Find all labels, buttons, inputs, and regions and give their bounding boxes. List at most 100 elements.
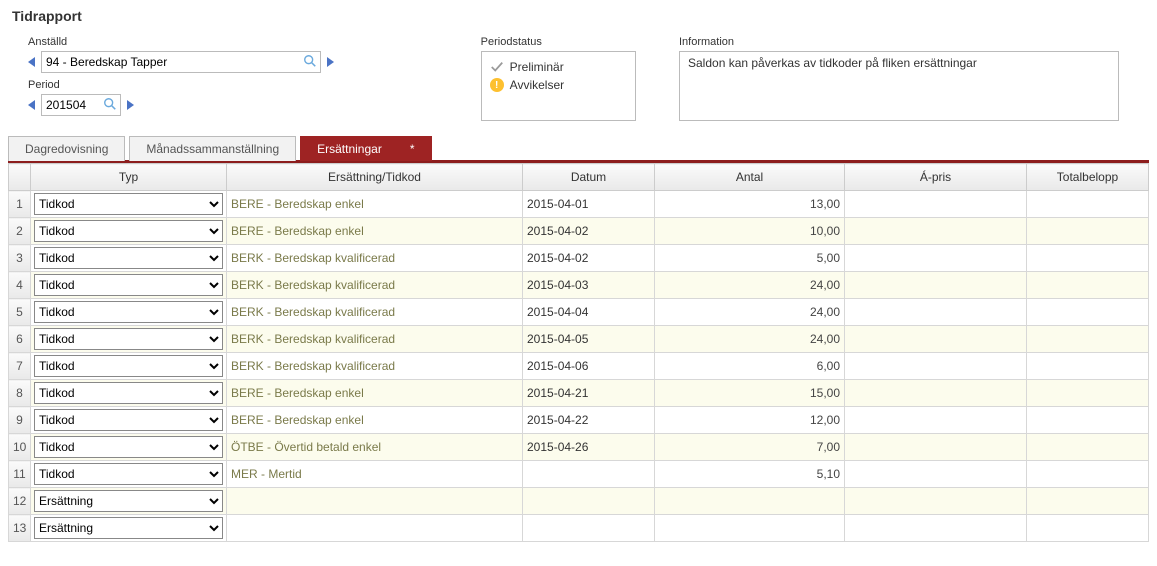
cell-datum[interactable]: 2015-04-01 [523,191,655,218]
cell-apris[interactable] [845,407,1027,434]
row-number: 8 [9,380,31,407]
cell-datum[interactable]: 2015-04-06 [523,353,655,380]
cell-total[interactable] [1027,299,1149,326]
row-number: 11 [9,461,31,488]
col-header-antal[interactable]: Antal [655,164,845,191]
cell-datum[interactable]: 2015-04-22 [523,407,655,434]
col-header-typ[interactable]: Typ [31,164,227,191]
cell-datum[interactable]: 2015-04-04 [523,299,655,326]
cell-total[interactable] [1027,218,1149,245]
cell-datum[interactable]: 2015-04-21 [523,380,655,407]
cell-total[interactable] [1027,245,1149,272]
typ-select[interactable]: TidkodErsättning [34,247,223,269]
period-next-button[interactable] [127,100,134,110]
cell-code[interactable]: MER - Mertid [227,461,523,488]
cell-apris[interactable] [845,353,1027,380]
typ-select[interactable]: TidkodErsättning [34,436,223,458]
cell-code[interactable]: BERK - Beredskap kvalificerad [227,245,523,272]
cell-apris[interactable] [845,434,1027,461]
period-prev-button[interactable] [28,100,35,110]
typ-select[interactable]: TidkodErsättning [34,274,223,296]
typ-select[interactable]: TidkodErsättning [34,355,223,377]
period-input[interactable] [41,94,121,116]
typ-select[interactable]: TidkodErsättning [34,193,223,215]
cell-antal[interactable]: 15,00 [655,380,845,407]
cell-apris[interactable] [845,272,1027,299]
cell-datum[interactable] [523,461,655,488]
cell-datum[interactable]: 2015-04-26 [523,434,655,461]
cell-datum[interactable]: 2015-04-03 [523,272,655,299]
cell-antal[interactable] [655,488,845,515]
cell-datum[interactable]: 2015-04-05 [523,326,655,353]
cell-antal[interactable]: 24,00 [655,326,845,353]
typ-select[interactable]: TidkodErsättning [34,328,223,350]
cell-apris[interactable] [845,245,1027,272]
cell-code[interactable] [227,488,523,515]
cell-apris[interactable] [845,218,1027,245]
cell-antal[interactable]: 7,00 [655,434,845,461]
cell-datum[interactable]: 2015-04-02 [523,245,655,272]
cell-total[interactable] [1027,191,1149,218]
employee-next-button[interactable] [327,57,334,67]
cell-datum[interactable] [523,488,655,515]
cell-typ: TidkodErsättning [31,326,227,353]
table-row: 2TidkodErsättningBERE - Beredskap enkel2… [9,218,1149,245]
cell-antal[interactable]: 6,00 [655,353,845,380]
cell-antal[interactable]: 24,00 [655,299,845,326]
cell-code[interactable]: BERK - Beredskap kvalificerad [227,299,523,326]
tab-manadssammanstallning[interactable]: Månadssammanställning [129,136,296,161]
typ-select[interactable]: TidkodErsättning [34,517,223,539]
typ-select[interactable]: TidkodErsättning [34,409,223,431]
cell-code[interactable]: BERE - Beredskap enkel [227,380,523,407]
typ-select[interactable]: TidkodErsättning [34,220,223,242]
typ-select[interactable]: TidkodErsättning [34,382,223,404]
employee-prev-button[interactable] [28,57,35,67]
cell-antal[interactable]: 13,00 [655,191,845,218]
cell-code[interactable]: BERK - Beredskap kvalificerad [227,353,523,380]
table-row: 1TidkodErsättningBERE - Beredskap enkel2… [9,191,1149,218]
typ-select[interactable]: TidkodErsättning [34,301,223,323]
cell-code[interactable]: BERK - Beredskap kvalificerad [227,326,523,353]
cell-antal[interactable]: 10,00 [655,218,845,245]
cell-total[interactable] [1027,488,1149,515]
col-header-total[interactable]: Totalbelopp [1027,164,1149,191]
typ-select[interactable]: TidkodErsättning [34,490,223,512]
cell-datum[interactable]: 2015-04-02 [523,218,655,245]
cell-total[interactable] [1027,326,1149,353]
employee-input[interactable] [41,51,321,73]
cell-antal[interactable]: 12,00 [655,407,845,434]
cell-total[interactable] [1027,380,1149,407]
cell-code[interactable] [227,515,523,542]
tab-dagredovisning[interactable]: Dagredovisning [8,136,125,161]
cell-apris[interactable] [845,191,1027,218]
cell-datum[interactable] [523,515,655,542]
cell-total[interactable] [1027,353,1149,380]
table-row: 5TidkodErsättningBERK - Beredskap kvalif… [9,299,1149,326]
cell-apris[interactable] [845,515,1027,542]
cell-code[interactable]: ÖTBE - Övertid betald enkel [227,434,523,461]
cell-total[interactable] [1027,272,1149,299]
cell-code[interactable]: BERK - Beredskap kvalificerad [227,272,523,299]
col-header-code[interactable]: Ersättning/Tidkod [227,164,523,191]
cell-total[interactable] [1027,407,1149,434]
cell-code[interactable]: BERE - Beredskap enkel [227,407,523,434]
cell-antal[interactable]: 5,10 [655,461,845,488]
cell-total[interactable] [1027,515,1149,542]
cell-antal[interactable] [655,515,845,542]
col-header-datum[interactable]: Datum [523,164,655,191]
cell-apris[interactable] [845,326,1027,353]
cell-code[interactable]: BERE - Beredskap enkel [227,191,523,218]
cell-apris[interactable] [845,488,1027,515]
cell-apris[interactable] [845,461,1027,488]
cell-antal[interactable]: 24,00 [655,272,845,299]
tab-ersattningar[interactable]: Ersättningar* [300,136,431,161]
cell-typ: TidkodErsättning [31,380,227,407]
cell-total[interactable] [1027,434,1149,461]
cell-code[interactable]: BERE - Beredskap enkel [227,218,523,245]
col-header-apris[interactable]: Á-pris [845,164,1027,191]
cell-total[interactable] [1027,461,1149,488]
cell-antal[interactable]: 5,00 [655,245,845,272]
cell-apris[interactable] [845,299,1027,326]
typ-select[interactable]: TidkodErsättning [34,463,223,485]
cell-apris[interactable] [845,380,1027,407]
